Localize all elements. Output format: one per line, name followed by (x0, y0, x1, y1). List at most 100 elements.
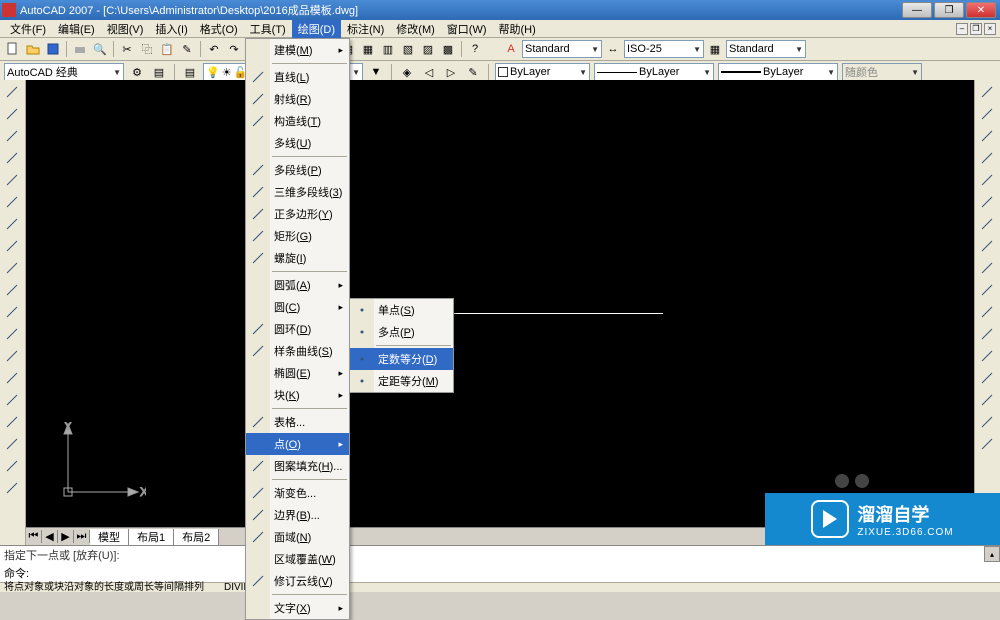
break-icon[interactable] (977, 346, 997, 366)
menu-5[interactable]: 工具(T) (244, 20, 292, 38)
tab-last-icon[interactable]: ⏭ (74, 530, 90, 543)
drawmenu-椭圆(E)[interactable]: 椭圆(E)▸ (246, 362, 349, 384)
workspace-combo[interactable]: AutoCAD 经典▼ (4, 63, 124, 81)
paste-icon[interactable]: 📋 (158, 40, 176, 58)
drawmenu-donut[interactable]: 圆环(D) (246, 318, 349, 340)
arc-icon[interactable] (2, 192, 22, 212)
drawmenu-hatch[interactable]: 图案填充(H)... (246, 455, 349, 477)
menu-10[interactable]: 帮助(H) (493, 20, 542, 38)
mdi-minimize[interactable]: – (956, 23, 968, 35)
redo-icon[interactable]: ↷ (225, 40, 243, 58)
trim-icon[interactable] (977, 280, 997, 300)
scale-icon[interactable] (977, 236, 997, 256)
textstyle-combo[interactable]: Standard▼ (522, 40, 602, 58)
point-icon[interactable] (2, 368, 22, 388)
mirror-icon[interactable] (977, 126, 997, 146)
fillet-icon[interactable] (977, 412, 997, 432)
layer-prop-icon[interactable]: ▤ (181, 63, 199, 81)
revcloud-icon[interactable] (2, 236, 22, 256)
drawmenu-ray[interactable]: 射线(R) (246, 88, 349, 110)
table-icon[interactable] (2, 456, 22, 476)
help-icon[interactable]: ? (466, 40, 484, 58)
copy-icon[interactable]: ⿻ (138, 40, 156, 58)
dimstyle-icon[interactable]: ↔ (604, 40, 622, 58)
menu-4[interactable]: 格式(O) (194, 20, 244, 38)
drawmenu-line[interactable]: 直线(L) (246, 66, 349, 88)
mdi-close[interactable]: × (984, 23, 996, 35)
pline-icon[interactable] (2, 126, 22, 146)
ws-save-icon[interactable]: ▤ (150, 63, 168, 81)
draw-menu-dropdown[interactable]: 建模(M)▸直线(L)射线(R)构造线(T)多线(U)多段线(P)三维多段线(3… (245, 38, 350, 620)
minimize-button[interactable]: — (902, 2, 932, 18)
layout-tab-1[interactable]: 布局1 (129, 529, 174, 545)
command-prompt[interactable]: 命令: (0, 564, 1000, 582)
rotate-icon[interactable] (977, 214, 997, 234)
open-icon[interactable] (24, 40, 42, 58)
ellipse-icon[interactable] (2, 280, 22, 300)
drawmenu-table[interactable]: 表格... (246, 411, 349, 433)
mdi-restore[interactable]: ❐ (970, 23, 982, 35)
cut-icon[interactable]: ✂ (118, 40, 136, 58)
calc-icon[interactable]: ▩ (439, 40, 457, 58)
ellipse-arc-icon[interactable] (2, 302, 22, 322)
layer-prev-icon[interactable]: ◁ (420, 63, 438, 81)
pointmenu-pt1[interactable]: 单点(S) (350, 299, 453, 321)
array-icon[interactable] (977, 170, 997, 190)
drawmenu-spline[interactable]: 样条曲线(S) (246, 340, 349, 362)
menu-3[interactable]: 插入(I) (149, 20, 193, 38)
point-submenu[interactable]: 单点(S)多点(P)定数等分(D)定距等分(M) (349, 298, 454, 393)
drawmenu-revcloud[interactable]: 修订云线(V) (246, 570, 349, 592)
menu-0[interactable]: 文件(F) (4, 20, 52, 38)
drawmenu-块(K)[interactable]: 块(K)▸ (246, 384, 349, 406)
tool-pal-icon[interactable]: ▥ (379, 40, 397, 58)
erase-icon[interactable] (977, 82, 997, 102)
menu-6[interactable]: 绘图(D) (292, 20, 341, 38)
ws-settings-icon[interactable]: ⚙ (128, 63, 146, 81)
new-icon[interactable] (4, 40, 22, 58)
drawmenu-3dpoly[interactable]: 三维多段线(3) (246, 181, 349, 203)
menu-2[interactable]: 视图(V) (101, 20, 150, 38)
menu-1[interactable]: 编辑(E) (52, 20, 101, 38)
match-icon[interactable]: ✎ (178, 40, 196, 58)
drawmenu-region[interactable]: 面域(N) (246, 526, 349, 548)
drawmenu-helix[interactable]: 螺旋(I) (246, 247, 349, 269)
menu-9[interactable]: 窗口(W) (441, 20, 493, 38)
textstyle-icon[interactable]: A (502, 40, 520, 58)
layout-tab-0[interactable]: 模型 (90, 529, 129, 545)
sheet-icon[interactable]: ▧ (399, 40, 417, 58)
circle-icon[interactable] (2, 214, 22, 234)
layout-tab-2[interactable]: 布局2 (174, 529, 219, 545)
drawmenu-xline[interactable]: 构造线(T) (246, 110, 349, 132)
markup-icon[interactable]: ▨ (419, 40, 437, 58)
drawmenu-pline[interactable]: 多段线(P) (246, 159, 349, 181)
print-icon[interactable] (71, 40, 89, 58)
move-icon[interactable] (977, 192, 997, 212)
break-at-icon[interactable] (977, 324, 997, 344)
mtext-icon[interactable] (2, 478, 22, 498)
extend-icon[interactable] (977, 302, 997, 322)
layer-match-icon[interactable]: ✎ (464, 63, 482, 81)
drawmenu-grad[interactable]: 渐变色... (246, 482, 349, 504)
drawmenu-polygon[interactable]: 正多边形(Y) (246, 203, 349, 225)
drawmenu-多线(U)[interactable]: 多线(U) (246, 132, 349, 154)
layer-walk-icon[interactable]: ▷ (442, 63, 460, 81)
menu-7[interactable]: 标注(N) (341, 20, 390, 38)
dimstyle-combo[interactable]: ISO-25▼ (624, 40, 704, 58)
insert-icon[interactable] (2, 324, 22, 344)
hatch-icon[interactable] (2, 390, 22, 410)
tab-next-icon[interactable]: ▶ (58, 530, 74, 543)
drawmenu-文字(X)[interactable]: 文字(X)▸ (246, 597, 349, 619)
menu-8[interactable]: 修改(M) (390, 20, 441, 38)
chamfer-icon[interactable] (977, 390, 997, 410)
stretch-icon[interactable] (977, 258, 997, 278)
close-button[interactable]: ✕ (966, 2, 996, 18)
lineweight-combo[interactable]: ByLayer▼ (718, 63, 838, 81)
spline-icon[interactable] (2, 258, 22, 278)
save-icon[interactable] (44, 40, 62, 58)
plotstyle-combo[interactable]: 随颜色▼ (842, 63, 922, 81)
drawmenu-圆(C)[interactable]: 圆(C)▸ (246, 296, 349, 318)
xline-icon[interactable] (2, 104, 22, 124)
drawing-canvas[interactable]: Y X ⏮ ◀ ▶ ⏭ 模型布局1布局2 (26, 80, 974, 545)
layer-filter-icon[interactable]: ▼ (367, 63, 385, 81)
undo-icon[interactable]: ↶ (205, 40, 223, 58)
